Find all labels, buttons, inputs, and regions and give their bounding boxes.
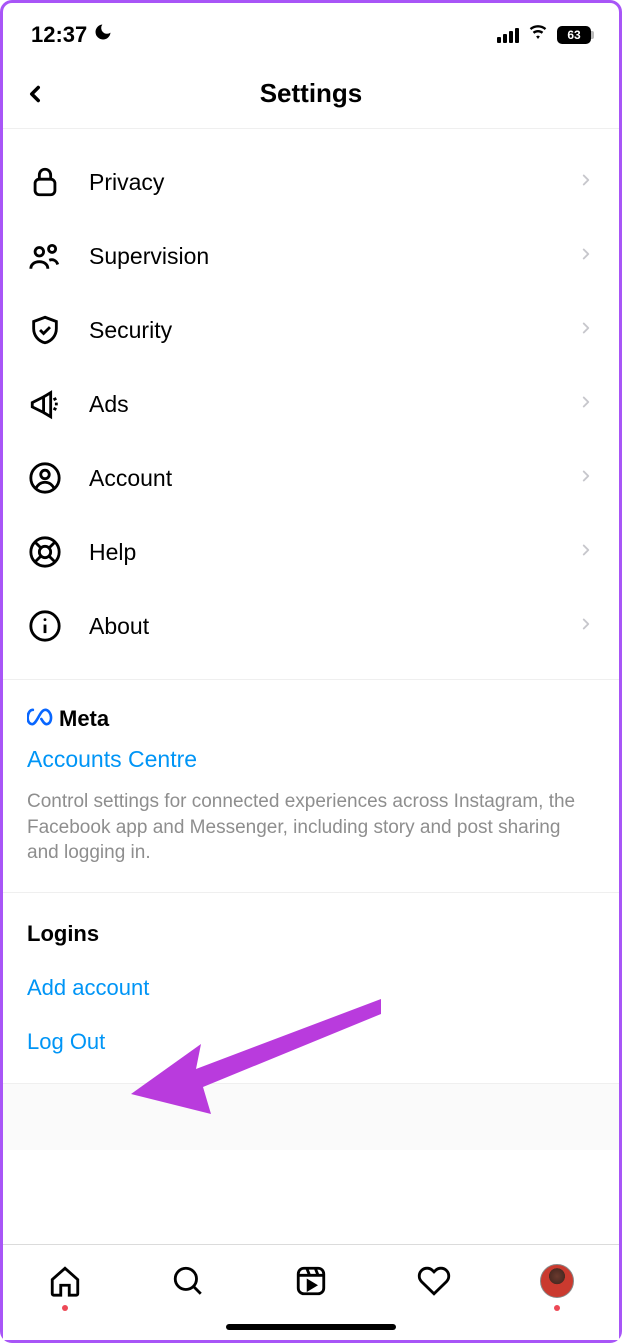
- notification-dot: [554, 1305, 560, 1311]
- heart-icon: [417, 1264, 451, 1298]
- status-bar: 12:37 63: [3, 3, 619, 59]
- notification-dot: [62, 1305, 68, 1311]
- logins-section: Logins Add account Log Out: [3, 893, 619, 1084]
- wifi-icon: [527, 24, 549, 47]
- settings-header: Settings: [3, 59, 619, 129]
- settings-row-about[interactable]: About: [3, 589, 619, 663]
- chevron-left-icon: [22, 81, 48, 107]
- meta-brand-text: Meta: [59, 706, 109, 732]
- megaphone-icon: [27, 386, 63, 422]
- supervision-icon: [27, 238, 63, 274]
- chevron-right-icon: [577, 245, 595, 268]
- chevron-right-icon: [577, 393, 595, 416]
- settings-row-help[interactable]: Help: [3, 515, 619, 589]
- home-indicator: [226, 1324, 396, 1330]
- chevron-right-icon: [577, 171, 595, 194]
- nav-search[interactable]: [166, 1259, 210, 1303]
- settings-label: About: [89, 613, 551, 640]
- signal-icon: [497, 27, 519, 43]
- home-icon: [48, 1264, 82, 1298]
- settings-row-ads[interactable]: Ads: [3, 367, 619, 441]
- back-button[interactable]: [13, 72, 57, 116]
- chevron-right-icon: [577, 541, 595, 564]
- nav-activity[interactable]: [412, 1259, 456, 1303]
- add-account-link[interactable]: Add account: [27, 975, 595, 1001]
- page-title: Settings: [3, 78, 619, 109]
- chevron-right-icon: [577, 615, 595, 638]
- person-circle-icon: [27, 460, 63, 496]
- settings-row-supervision[interactable]: Supervision: [3, 219, 619, 293]
- empty-footer: [3, 1084, 619, 1150]
- settings-label: Supervision: [89, 243, 551, 270]
- accounts-centre-link[interactable]: Accounts Centre: [27, 746, 595, 773]
- settings-row-privacy[interactable]: Privacy: [3, 145, 619, 219]
- logins-title: Logins: [27, 921, 595, 947]
- avatar: [540, 1264, 574, 1298]
- settings-label: Ads: [89, 391, 551, 418]
- moon-icon: [93, 22, 113, 48]
- log-out-link[interactable]: Log Out: [27, 1029, 595, 1055]
- meta-logo-icon: [27, 708, 53, 731]
- settings-row-account[interactable]: Account: [3, 441, 619, 515]
- meta-brand: Meta: [27, 706, 595, 732]
- settings-label: Security: [89, 317, 551, 344]
- meta-section: Meta Accounts Centre Control settings fo…: [3, 680, 619, 893]
- lock-icon: [27, 164, 63, 200]
- status-time: 12:37: [31, 22, 87, 48]
- search-icon: [171, 1264, 205, 1298]
- info-icon: [27, 608, 63, 644]
- shield-icon: [27, 312, 63, 348]
- battery-icon: 63: [557, 26, 591, 44]
- nav-home[interactable]: [43, 1259, 87, 1303]
- chevron-right-icon: [577, 319, 595, 342]
- settings-row-security[interactable]: Security: [3, 293, 619, 367]
- reels-icon: [294, 1264, 328, 1298]
- settings-label: Privacy: [89, 169, 551, 196]
- nav-reels[interactable]: [289, 1259, 333, 1303]
- meta-description: Control settings for connected experienc…: [27, 789, 595, 866]
- settings-label: Help: [89, 539, 551, 566]
- chevron-right-icon: [577, 467, 595, 490]
- settings-list: Privacy Supervision Security Ads: [3, 129, 619, 679]
- nav-profile[interactable]: [535, 1259, 579, 1303]
- settings-label: Account: [89, 465, 551, 492]
- lifebuoy-icon: [27, 534, 63, 570]
